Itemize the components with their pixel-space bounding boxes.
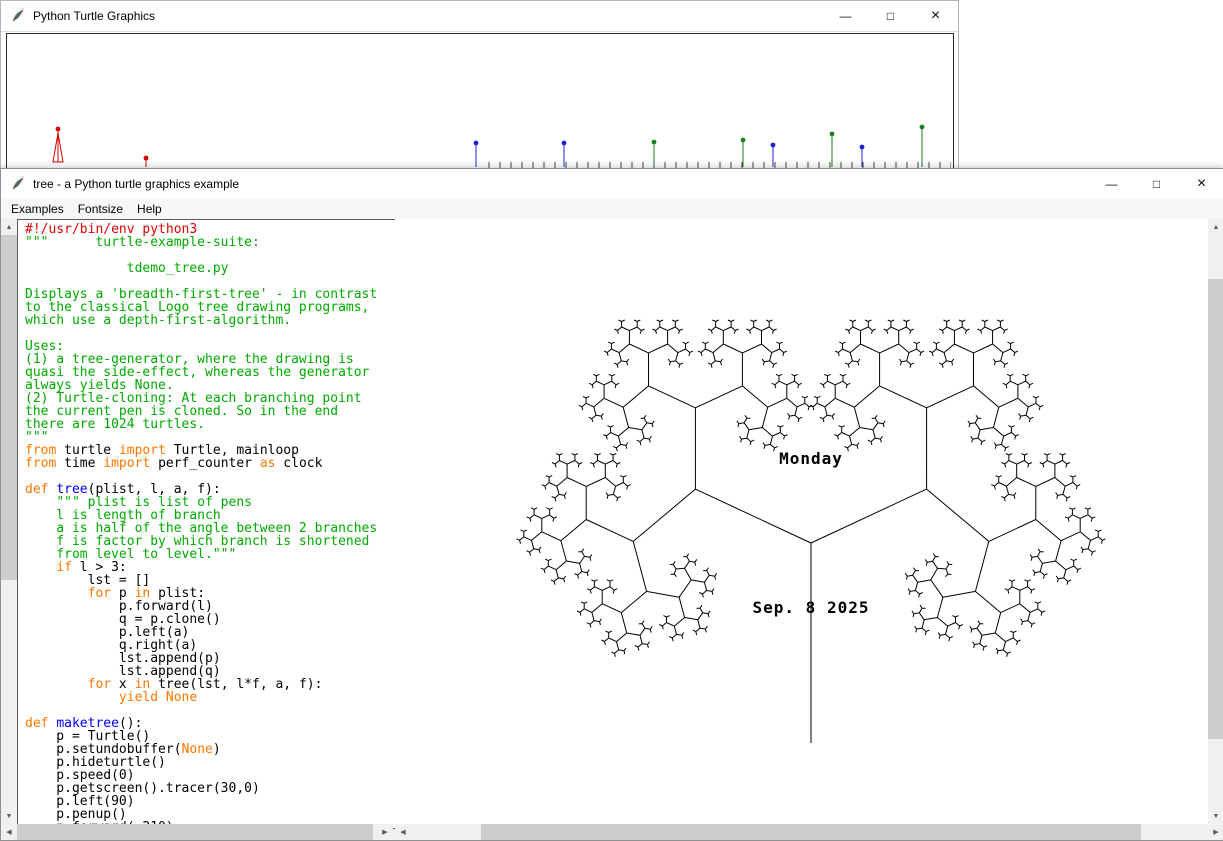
front-caption-buttons: — □ × — [1089, 169, 1223, 198]
front-titlebar[interactable]: tree - a Python turtle graphics example … — [1, 169, 1223, 198]
turtle-figure-dot — [562, 141, 567, 146]
menu-examples[interactable]: Examples — [4, 200, 71, 218]
turtle-figure-dot — [830, 132, 835, 137]
close-icon: × — [1197, 175, 1206, 193]
turtle-figure-dot — [144, 156, 149, 161]
graphics-canvas[interactable]: Monday Sep. 8 2025 — [395, 219, 1208, 824]
menu-fontsize[interactable]: Fontsize — [71, 200, 130, 218]
scroll-down-icon[interactable]: ▼ — [1208, 808, 1223, 824]
menubar: Examples Fontsize Help — [1, 198, 1223, 220]
turtle-figure-dot — [741, 138, 746, 143]
close-icon: × — [931, 7, 940, 25]
minimize-button[interactable]: — — [823, 1, 868, 31]
turtle-figure-dot — [652, 140, 657, 145]
canvas-vertical-scrollbar[interactable]: ▲ ▼ — [1208, 219, 1223, 824]
turtledemo-window[interactable]: tree - a Python turtle graphics example … — [0, 168, 1223, 841]
code-line: from time import perf_counter as clock — [25, 457, 401, 470]
scroll-left-icon[interactable]: ◀ — [395, 824, 411, 840]
code-line: tdemo_tree.py — [25, 262, 401, 275]
scroll-thumb[interactable] — [17, 824, 373, 840]
turtle-figure-dot — [771, 143, 776, 148]
code-horizontal-scrollbar[interactable]: ◀ ▶ — [1, 824, 393, 840]
close-button[interactable]: × — [1179, 169, 1223, 198]
app-icon — [10, 176, 26, 192]
front-window-title: tree - a Python turtle graphics example — [33, 177, 239, 191]
scroll-thumb[interactable] — [1208, 279, 1223, 739]
minimize-button[interactable]: — — [1089, 169, 1134, 198]
code-line: yield None — [25, 691, 401, 704]
scroll-thumb[interactable] — [481, 824, 1141, 840]
code-text[interactable]: #!/usr/bin/env python3""" turtle-example… — [17, 219, 402, 829]
code-line: there are 1024 turtles. — [25, 418, 401, 431]
code-line — [25, 327, 401, 340]
back-caption-buttons: — □ × — [823, 1, 958, 31]
scroll-right-icon[interactable]: ▶ — [1208, 824, 1223, 840]
minimize-icon: — — [1106, 177, 1118, 191]
minimize-icon: — — [840, 9, 852, 23]
canvas-horizontal-scrollbar[interactable]: ◀ ▶ — [395, 824, 1223, 840]
code-line: which use a depth-first-algorithm. — [25, 314, 401, 327]
menu-help[interactable]: Help — [130, 200, 169, 218]
scroll-left-icon[interactable]: ◀ — [1, 824, 17, 840]
scroll-up-icon[interactable]: ▲ — [1, 219, 17, 235]
scroll-up-icon[interactable]: ▲ — [1208, 219, 1223, 235]
back-titlebar[interactable]: Python Turtle Graphics — □ × — [1, 1, 958, 32]
turtle-figure-dot — [56, 127, 61, 132]
maximize-icon: □ — [1153, 177, 1160, 191]
back-window-title: Python Turtle Graphics — [33, 9, 155, 23]
canvas-text-label: Monday — [779, 449, 843, 468]
turtle-figure-dot — [920, 125, 925, 130]
scroll-down-icon[interactable]: ▼ — [1, 808, 17, 824]
fractal-tree-drawing — [517, 320, 1106, 743]
canvas-text-label: Sep. 8 2025 — [753, 598, 870, 617]
maximize-button[interactable]: □ — [1134, 169, 1179, 198]
code-vertical-scrollbar[interactable]: ▲ ▼ — [1, 219, 17, 824]
scroll-thumb[interactable] — [1, 235, 17, 580]
app-icon — [10, 8, 26, 24]
turtle-figure-dot — [474, 141, 479, 146]
turtle-figure-dot — [860, 145, 865, 150]
maximize-button[interactable]: □ — [868, 1, 913, 31]
scroll-right-icon[interactable]: ▶ — [377, 824, 393, 840]
close-button[interactable]: × — [913, 1, 958, 31]
code-line: """ turtle-example-suite: — [25, 236, 401, 249]
maximize-icon: □ — [887, 9, 894, 23]
tree-canvas-svg: Monday Sep. 8 2025 — [395, 219, 1208, 824]
